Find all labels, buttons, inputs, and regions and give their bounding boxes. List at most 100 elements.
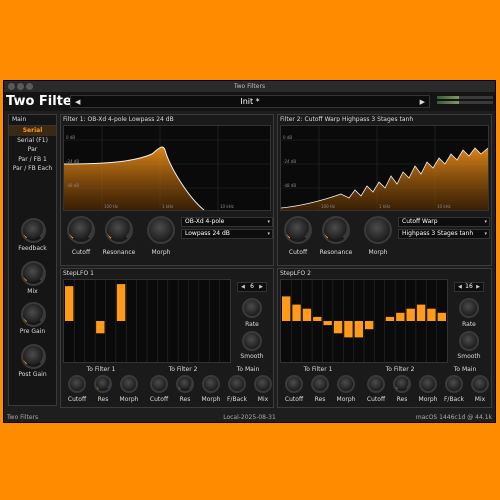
steplfo2-to-filter2-morph-knob[interactable]: [419, 375, 437, 393]
steplfo1-to-filter2-cutoff-label: Cutoff: [149, 396, 169, 403]
steplfo2-step-bar[interactable]: [406, 308, 415, 321]
steplfo1-to-filter1-cutoff-knob[interactable]: [68, 375, 86, 393]
filter2-title: Filter 2: Cutoff Warp Highpass 3 Stages …: [280, 116, 414, 123]
steplfo2-step-bar[interactable]: [292, 304, 301, 321]
filter2-morph-knob[interactable]: [364, 216, 392, 244]
steplfo2-step-bar[interactable]: [437, 312, 446, 321]
steplfo2-step-bar[interactable]: [416, 304, 426, 321]
steplfo1-to-filter1-res-knob[interactable]: [94, 375, 112, 393]
filter2-mode-dropdown[interactable]: Highpass 3 Stages tanh ▾: [398, 229, 490, 239]
filter1-resonance-label: Resonance: [102, 249, 136, 256]
filter1-resonance-knob[interactable]: [105, 216, 133, 244]
steplfo2-group-title: To Filter 1: [303, 366, 333, 373]
steplfo2-to-main-mix-knob[interactable]: [471, 375, 489, 393]
steplfo2-to-filter2-res-knob[interactable]: [393, 375, 411, 393]
steplfo2-to-main-mix-label: Mix: [474, 396, 486, 403]
filter2-mode-value: Highpass 3 Stages tanh: [402, 230, 474, 237]
chevron-left-icon[interactable]: ◀: [241, 283, 245, 291]
steplfo2-step-bar[interactable]: [302, 308, 312, 321]
steplfo1-step-bar[interactable]: [96, 321, 105, 334]
plugin-window: Two Filters Two Filters ◀ Init * ▶ Main …: [3, 80, 496, 423]
steplfo1-to-filter2-morph-knob[interactable]: [202, 375, 220, 393]
steplfo1-to-filter2-cutoff-knob[interactable]: [150, 375, 168, 393]
filter2-panel: Filter 2: Cutoff Warp Highpass 3 Stages …: [277, 114, 492, 266]
filter2-freq-1khz: 1 kHz: [379, 204, 390, 209]
steplfo1-to-main-mix-label: Mix: [257, 396, 269, 403]
steplfo2-step-bar[interactable]: [354, 321, 363, 338]
filter2-morph-label: Morph: [368, 249, 388, 256]
steplfo1-to-filter1-morph-label: Morph: [119, 396, 139, 403]
filter1-cutoff-knob[interactable]: [67, 216, 95, 244]
steplfo2-to-filter2-cutoff-knob[interactable]: [367, 375, 385, 393]
chevron-right-icon[interactable]: ▶: [476, 283, 480, 291]
steplfo2-smooth-label: Smooth: [457, 353, 481, 360]
steplfo2-step-bar[interactable]: [323, 321, 332, 326]
steplfo1-to-filter1-morph-knob[interactable]: [120, 375, 138, 393]
steplfo2-steps-svg[interactable]: [281, 280, 447, 362]
steplfo1-rate-knob[interactable]: [242, 298, 262, 318]
steplfo1-to-main-mix-knob[interactable]: [254, 375, 272, 393]
mix-knob[interactable]: [21, 261, 46, 286]
steplfo2-step-bar[interactable]: [333, 321, 343, 334]
routing-serial-f1[interactable]: Serial (F1): [9, 136, 56, 146]
pre-gain-knob[interactable]: [21, 302, 46, 327]
steplfo2-step-bar[interactable]: [385, 316, 395, 321]
routing-serial[interactable]: Serial: [9, 126, 56, 136]
filter2-response-svg: 0 dB -24 dB -48 dB 100 Hz 1 kHz 10 kHz: [281, 126, 488, 210]
filter1-mode-dropdown[interactable]: Lowpass 24 dB ▾: [181, 229, 273, 239]
steplfo2-step-bar[interactable]: [313, 316, 322, 321]
main-sidebar: Main Serial Serial (F1) Par Par / FB 1 P…: [8, 114, 57, 406]
footer-build-info: macOS 1446c1d @ 44.1k: [415, 414, 492, 421]
filter1-panel: Filter 1: OB-Xd 4-pole Lowpass 24 dB 0 d…: [60, 114, 274, 266]
filter2-resonance-label: Resonance: [319, 249, 353, 256]
steplfo1-rate-label: Rate: [245, 321, 259, 328]
steplfo2-step-bar[interactable]: [396, 312, 405, 321]
vu-meter-left: [437, 96, 493, 99]
steplfo1-step-bar[interactable]: [65, 286, 74, 321]
steplfo2-step-count[interactable]: ◀ 16 ▶: [454, 282, 484, 292]
steplfo2-to-filter1-morph-knob[interactable]: [337, 375, 355, 393]
filter2-resonance-knob[interactable]: [322, 216, 350, 244]
routing-par[interactable]: Par: [9, 145, 56, 155]
chevron-down-icon: ▾: [484, 231, 487, 237]
steplfo2-to-filter1-res-knob[interactable]: [311, 375, 329, 393]
steplfo2-to-main-fback-knob[interactable]: [445, 375, 463, 393]
filter2-db-24: -24 dB: [283, 159, 296, 164]
steplfo1-title: StepLFO 1: [63, 270, 94, 277]
filter1-response-graph: 0 dB -24 dB -48 dB 100 Hz 1 kHz 10 kHz: [63, 125, 271, 211]
chevron-left-icon[interactable]: ◀: [458, 283, 462, 291]
steplfo2-smooth-knob[interactable]: [459, 331, 479, 351]
feedback-knob[interactable]: [21, 218, 46, 243]
steplfo1-group-title: To Filter 2: [168, 366, 198, 373]
steplfo1-steps-svg[interactable]: [64, 280, 230, 362]
filter2-cutoff-knob[interactable]: [284, 216, 312, 244]
next-preset-button[interactable]: ▶: [420, 96, 425, 108]
steplfo1-to-filter2-res-knob[interactable]: [176, 375, 194, 393]
steplfo1-smooth-knob[interactable]: [242, 331, 262, 351]
filter2-model-dropdown[interactable]: Cutoff Warp ▾: [398, 217, 490, 227]
steplfo2-step-grid[interactable]: [280, 279, 448, 363]
steplfo1-step-count[interactable]: ◀ 6 ▶: [237, 282, 267, 292]
preset-selector[interactable]: ◀ Init * ▶: [70, 95, 430, 108]
post-gain-knob[interactable]: [21, 344, 46, 369]
preset-name[interactable]: Init *: [71, 96, 429, 108]
steplfo2-step-bar[interactable]: [344, 321, 353, 338]
routing-par-fb-1[interactable]: Par / FB 1: [9, 155, 56, 165]
steplfo1-step-bar[interactable]: [116, 284, 126, 321]
filter1-morph-knob[interactable]: [147, 216, 175, 244]
steplfo2-title: StepLFO 2: [280, 270, 311, 277]
steplfo2-to-filter2-morph-label: Morph: [418, 396, 438, 403]
routing-par-fb-each[interactable]: Par / FB Each: [9, 164, 56, 174]
steplfo2-rate-knob[interactable]: [459, 298, 479, 318]
steplfo1-step-grid[interactable]: [63, 279, 231, 363]
steplfo2-step-bar[interactable]: [365, 321, 374, 330]
steplfo1-to-main-fback-knob[interactable]: [228, 375, 246, 393]
steplfo2-step-bar[interactable]: [427, 308, 436, 321]
filter1-title: Filter 1: OB-Xd 4-pole Lowpass 24 dB: [63, 116, 174, 123]
filter1-model-dropdown[interactable]: OB-Xd 4-pole ▾: [181, 217, 273, 227]
steplfo2-to-filter2-res-label: Res: [396, 396, 408, 403]
steplfo1-to-filter2-res-label: Res: [179, 396, 191, 403]
chevron-right-icon[interactable]: ▶: [259, 283, 263, 291]
steplfo2-to-filter1-cutoff-knob[interactable]: [285, 375, 303, 393]
steplfo2-step-bar[interactable]: [282, 296, 291, 321]
